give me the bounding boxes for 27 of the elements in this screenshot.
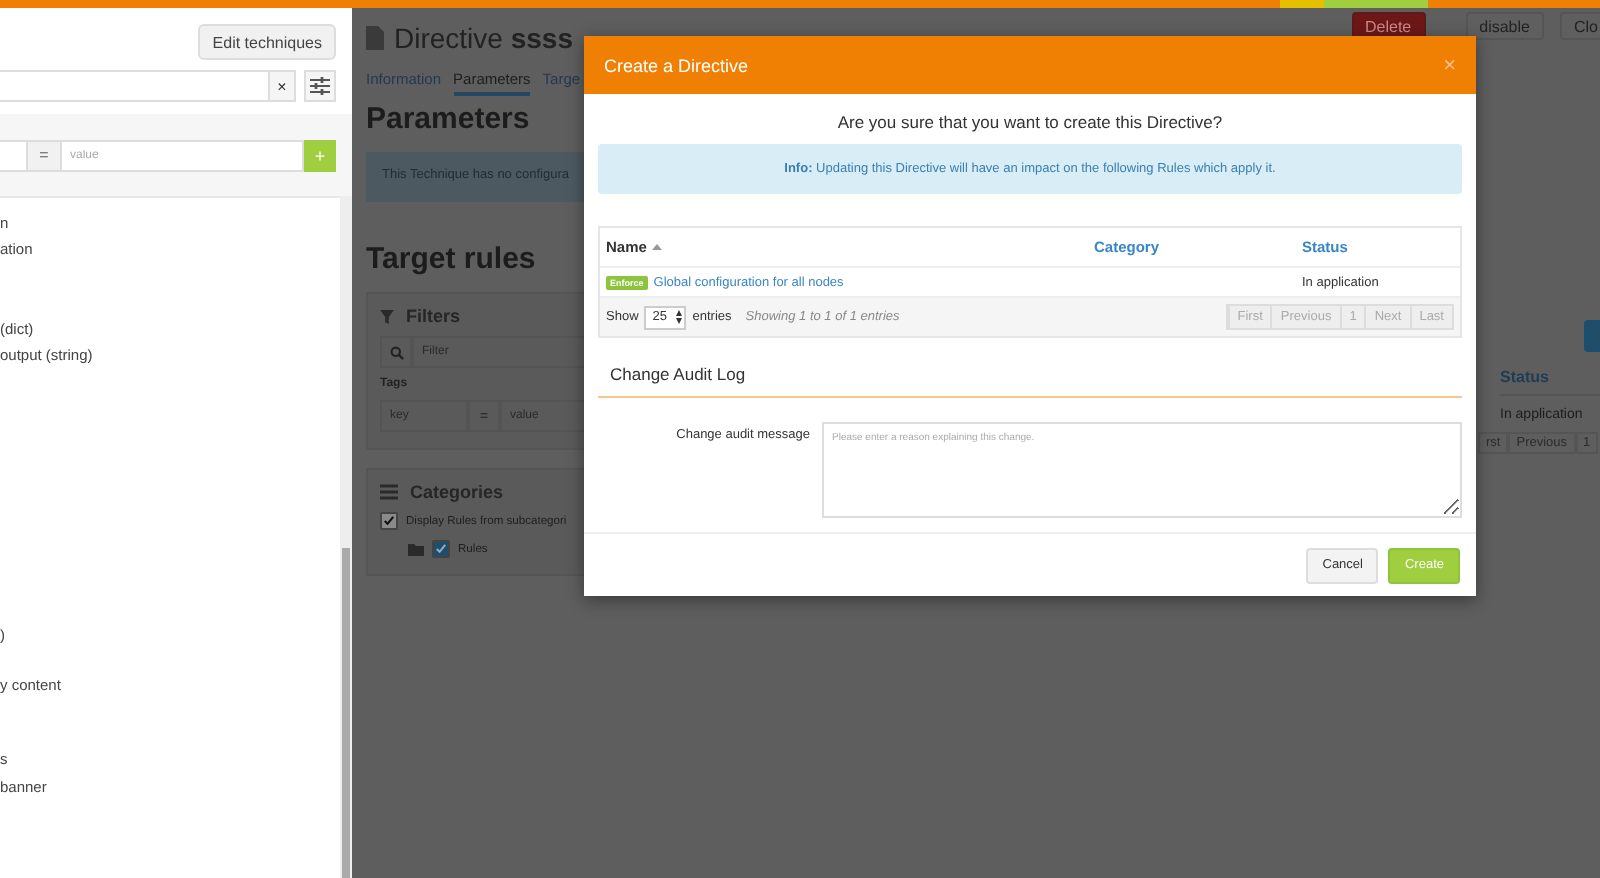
funnel-icon <box>380 309 394 323</box>
checkbox[interactable] <box>432 540 450 558</box>
key-field[interactable] <box>0 139 28 171</box>
column-header: Status <box>1500 360 1600 396</box>
section-heading: Change Audit Log <box>598 346 1462 398</box>
section-heading: Parameters <box>366 102 530 136</box>
add-button[interactable]: + <box>304 139 336 171</box>
edit-techniques-button[interactable]: Edit techniques <box>198 24 336 60</box>
list-icon <box>380 484 398 500</box>
equals-sign: = <box>28 139 60 171</box>
close-button[interactable]: × <box>1443 53 1456 77</box>
scrollbar-thumb[interactable] <box>342 548 350 878</box>
directive-title: Directive ssss <box>394 22 574 54</box>
section-heading: Target rules <box>366 242 536 276</box>
action-button[interactable]: Clo <box>1559 12 1600 40</box>
filter-settings-button[interactable] <box>304 70 336 102</box>
search-field[interactable]: × <box>0 70 296 102</box>
dialog-title: Create a Directive <box>604 55 749 75</box>
caret-icon <box>676 310 683 324</box>
checkbox[interactable] <box>380 512 398 530</box>
clear-button[interactable]: × <box>268 72 294 100</box>
search-icon <box>380 336 412 368</box>
confirmation-question: Are you sure that you want to create this Directive? <box>835 112 1225 132</box>
sliders-icon <box>310 76 330 96</box>
document-icon <box>366 26 384 50</box>
folder-icon <box>408 543 424 555</box>
action-button[interactable]: disable <box>1465 12 1544 40</box>
